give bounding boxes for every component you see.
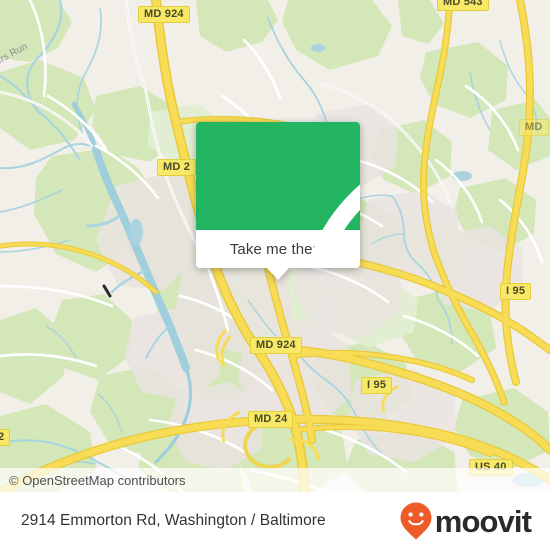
road-shield-md924-center: MD 924: [250, 337, 302, 354]
road-shield-md24: MD 24: [248, 411, 294, 428]
map-canvas[interactable]: MD 924 MD 543 MD MD 2 I 95 MD 924 I 95 M…: [0, 0, 550, 492]
moovit-smiley-pin-icon: [400, 502, 432, 540]
map-pin-icon: [306, 184, 360, 268]
road-shield-md-right-edge: MD: [519, 119, 549, 136]
page-title: 2914 Emmorton Rd, Washington / Baltimore: [21, 512, 326, 529]
openstreetmap-attribution-text[interactable]: © OpenStreetMap contributors: [0, 473, 186, 488]
road-shield-md543: MD 543: [437, 0, 489, 11]
popup-pointer: [266, 267, 290, 280]
footer-bar: 2914 Emmorton Rd, Washington / Baltimore…: [0, 492, 550, 550]
location-popup-card[interactable]: Take me there: [196, 122, 360, 280]
road-shield-md924-north: MD 924: [138, 6, 190, 23]
popup-icon-area: [196, 122, 360, 268]
popup-body: Take me there: [196, 122, 360, 268]
road-shield-i95-south: I 95: [361, 377, 393, 394]
moovit-map-screenshot: MD 924 MD 543 MD MD 2 I 95 MD 924 I 95 M…: [0, 0, 550, 550]
road-shield-i95-east: I 95: [500, 283, 532, 300]
moovit-wordmark: moovit: [434, 503, 532, 539]
map-attribution-bar: © OpenStreetMap contributors: [0, 468, 550, 492]
moovit-brand-logo[interactable]: moovit: [399, 501, 532, 541]
road-shield-md2: MD 2: [157, 159, 197, 176]
road-shield-left-edge: 2: [0, 429, 11, 446]
